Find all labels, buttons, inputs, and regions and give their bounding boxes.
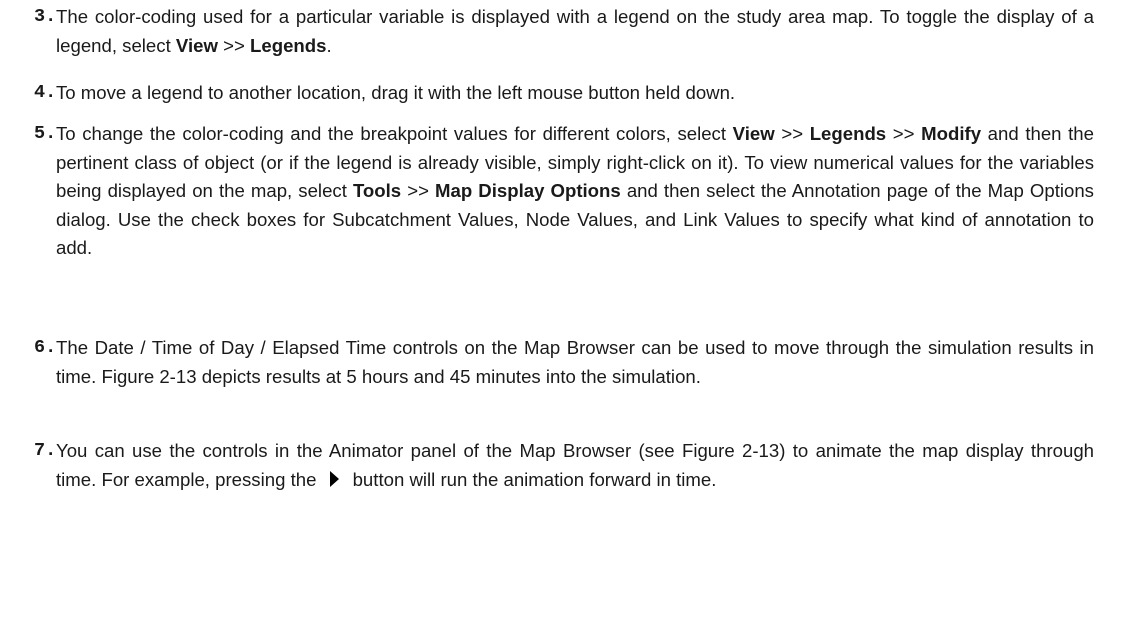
text-run: button will run the animation forward in… — [352, 468, 717, 490]
step-4: 4. To move a legend to another location,… — [34, 79, 1094, 108]
menu-separator: >> — [401, 180, 436, 201]
menu-tools: Tools — [352, 180, 402, 201]
step-number: 6. — [34, 337, 57, 358]
text-run: The Date / Time of Day / Elapsed Time co… — [56, 337, 1094, 387]
menu-legends: Legends — [809, 123, 887, 144]
menu-view: View — [732, 123, 775, 144]
menu-legends: Legends — [250, 34, 327, 56]
step-number: 5. — [34, 123, 57, 144]
menu-modify: Modify — [921, 123, 982, 144]
text-run: To move a legend to another location, dr… — [56, 82, 736, 103]
menu-separator: >> — [886, 123, 922, 144]
menu-separator: >> — [774, 123, 810, 144]
menu-view: View — [175, 34, 218, 56]
step-number: 4. — [34, 82, 57, 103]
step-number: 7. — [34, 440, 57, 461]
text-run: To change the color-coding and the break… — [56, 123, 733, 144]
step-text: The Date / Time of Day / Elapsed Time co… — [56, 334, 1094, 391]
text-run: . — [326, 34, 332, 56]
step-7: 7. You can use the controls in the Anima… — [34, 437, 1094, 494]
menu-map-display-options: Map Display Options — [435, 180, 621, 201]
step-3: 3. The color-coding used for a particula… — [34, 3, 1094, 60]
play-icon — [329, 470, 339, 487]
step-6: 6. The Date / Time of Day / Elapsed Time… — [34, 334, 1094, 391]
step-number: 3. — [34, 6, 57, 27]
step-text: The color-coding used for a particular v… — [56, 3, 1094, 60]
step-text: To change the color-coding and the break… — [56, 120, 1094, 263]
step-text: You can use the controls in the Animator… — [56, 437, 1094, 494]
step-5: 5. To change the color-coding and the br… — [34, 120, 1094, 263]
menu-separator: >> — [217, 34, 251, 56]
step-text: To move a legend to another location, dr… — [56, 79, 1094, 108]
